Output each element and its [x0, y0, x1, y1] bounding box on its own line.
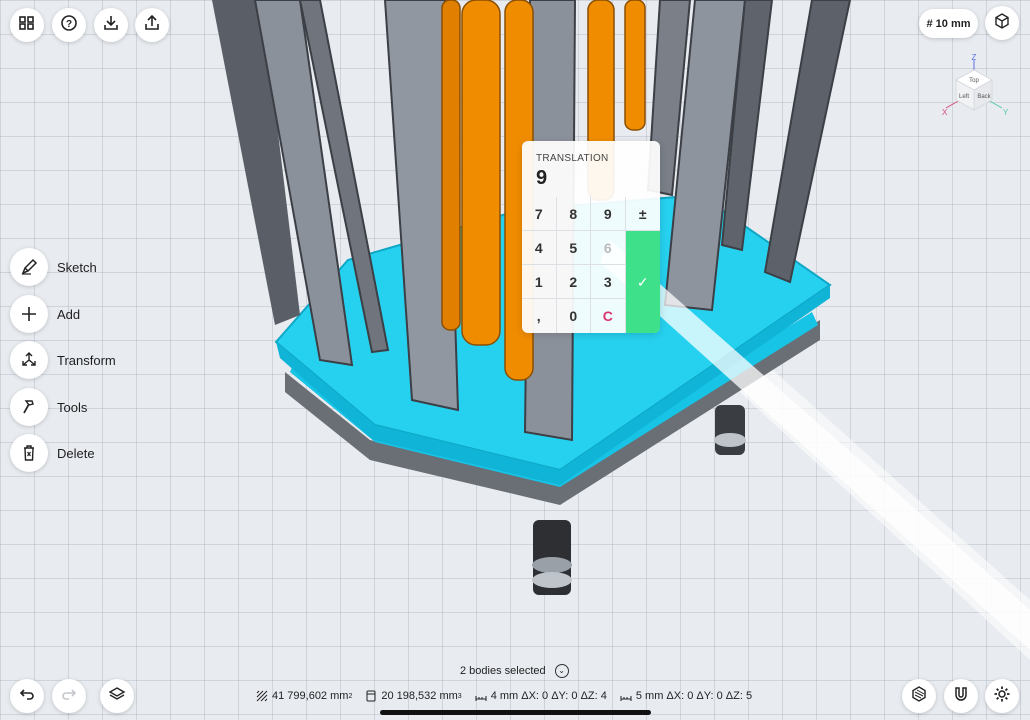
layers-button[interactable]: [100, 679, 134, 713]
area-value: 41 799,602 mm: [272, 690, 349, 702]
gear-icon: [993, 685, 1011, 708]
numpad-value: 9: [536, 167, 548, 189]
tool-transform[interactable]: Transform: [10, 341, 116, 379]
area-icon: [256, 690, 268, 702]
volume-value: 20 198,532 mm: [381, 690, 458, 702]
tool-label-tools: Tools: [57, 399, 88, 415]
numpad-title: TRANSLATION: [536, 153, 609, 164]
render-mode-button[interactable]: [902, 679, 936, 713]
area-unit-sup: 2: [348, 692, 353, 700]
redo-icon: [60, 685, 78, 708]
undo-icon: [18, 685, 36, 708]
volume-unit-sup: 3: [457, 692, 462, 700]
view-cube[interactable]: Z X Y Top Left Back: [934, 52, 1014, 122]
render-mode-icon: [910, 685, 928, 708]
tool-label-transform: Transform: [57, 352, 116, 368]
key-5[interactable]: 5: [556, 231, 591, 265]
cube-label-top: Top: [969, 78, 979, 84]
numpad-keys: 7 8 9 ± 4 5 6 1 2 3 , 0 C ✓: [522, 197, 660, 333]
selection-status[interactable]: 2 bodies selected ⌄: [460, 664, 569, 678]
chevron-down-icon[interactable]: ⌄: [554, 664, 569, 678]
x-axis-label: X: [942, 108, 948, 117]
transform-icon: [10, 341, 48, 379]
pen-icon: [10, 248, 48, 286]
import-icon: [102, 14, 120, 37]
key-1[interactable]: 1: [522, 265, 557, 299]
cube-label-back: Back: [977, 94, 991, 100]
grid-size-button[interactable]: # 10 mm: [919, 9, 978, 38]
tool-sketch[interactable]: Sketch: [10, 248, 97, 286]
cube-wireframe-icon: [993, 12, 1011, 35]
svg-text:?: ?: [66, 19, 72, 30]
layers-icon: [108, 685, 126, 708]
settings-button[interactable]: [985, 679, 1019, 713]
share-icon: [143, 14, 161, 37]
grid-size-label: # 10 mm: [926, 17, 971, 30]
snap-button[interactable]: [944, 679, 978, 713]
z-axis-label: Z: [972, 53, 977, 62]
magnet-icon: [952, 685, 970, 708]
measure-stat-2: 5 mm ΔX: 0 ΔY: 0 ΔZ: 5: [620, 690, 752, 702]
area-stat: 41 799,602 mm 2: [256, 690, 352, 702]
ruler-icon: [620, 696, 632, 701]
hammer-icon: [10, 388, 48, 426]
undo-button[interactable]: [10, 679, 44, 713]
key-comma[interactable]: ,: [522, 299, 557, 333]
key-3[interactable]: 3: [591, 265, 626, 299]
key-2[interactable]: 2: [556, 265, 591, 299]
trash-icon: [10, 434, 48, 472]
menu-button[interactable]: [10, 8, 44, 42]
3d-viewport[interactable]: [0, 0, 1030, 720]
export-button[interactable]: [135, 8, 169, 42]
home-indicator: [380, 710, 651, 715]
tool-tools[interactable]: Tools: [10, 388, 87, 426]
translation-numpad[interactable]: TRANSLATION 9 7 8 9 ± 4 5 6 1 2 3 , 0 C …: [522, 141, 660, 333]
grid-icon: [18, 14, 36, 37]
cube-label-left: Left: [959, 94, 969, 100]
confirm-button[interactable]: ✓: [625, 231, 660, 333]
key-7[interactable]: 7: [522, 197, 557, 231]
measure-stat-1: 4 mm ΔX: 0 ΔY: 0 ΔZ: 4: [475, 690, 607, 702]
help-icon: ?: [60, 14, 78, 37]
import-button[interactable]: [94, 8, 128, 42]
measure-value-1: 4 mm ΔX: 0 ΔY: 0 ΔZ: 4: [490, 690, 607, 702]
key-0[interactable]: 0: [557, 299, 591, 333]
tool-add[interactable]: Add: [10, 295, 80, 333]
y-axis-label: Y: [1003, 108, 1009, 117]
measure-value-2: 5 mm ΔX: 0 ΔY: 0 ΔZ: 5: [635, 690, 753, 702]
tool-label-sketch: Sketch: [57, 259, 97, 275]
3d-model[interactable]: [0, 0, 1030, 720]
selection-text: 2 bodies selected: [460, 665, 546, 677]
ruler-icon: [475, 696, 487, 701]
tool-delete[interactable]: Delete: [10, 434, 95, 472]
volume-icon: [366, 690, 376, 702]
volume-stat: 20 198,532 mm 3: [365, 690, 462, 702]
key-6[interactable]: 6: [591, 231, 626, 265]
stats-bar: 41 799,602 mm 2 20 198,532 mm 3 4 mm ΔX: 0…: [256, 689, 765, 703]
key-8[interactable]: 8: [556, 197, 591, 231]
key-plus-minus[interactable]: ±: [625, 197, 660, 231]
redo-button[interactable]: [52, 679, 86, 713]
view-mode-button[interactable]: [985, 6, 1019, 40]
check-icon: ✓: [636, 273, 649, 290]
help-button[interactable]: ?: [52, 8, 86, 42]
key-clear[interactable]: C: [591, 299, 626, 333]
key-4[interactable]: 4: [522, 231, 557, 265]
plus-icon: [10, 295, 48, 333]
key-9[interactable]: 9: [591, 197, 626, 231]
tool-label-add: Add: [57, 306, 81, 322]
tool-label-delete: Delete: [57, 445, 95, 461]
